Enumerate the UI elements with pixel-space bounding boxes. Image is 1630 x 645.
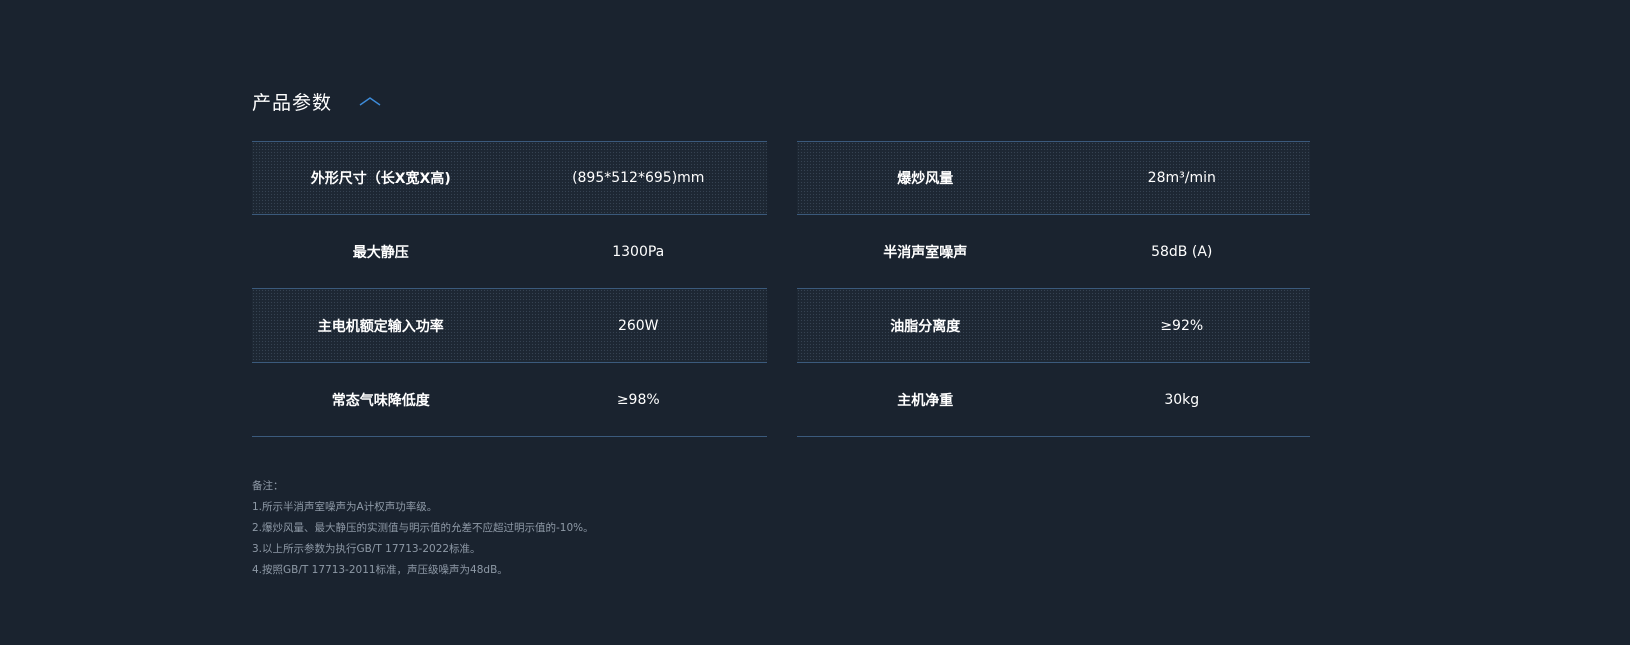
note-item: 2.爆炒风量、最大静压的实测值与明示值的允差不应超过明示值的-10%。 xyxy=(252,522,594,534)
spec-row: 油脂分离度 ≥92% xyxy=(797,289,1310,363)
section-title: 产品参数 xyxy=(252,91,333,114)
spec-value: 58dB (A) xyxy=(1151,243,1213,260)
spec-row: 爆炒风量 28m³/min xyxy=(797,141,1310,215)
spec-row: 主机净重 30kg xyxy=(797,363,1310,437)
spec-label: 常态气味降低度 xyxy=(331,392,430,409)
spec-label: 主电机额定输入功率 xyxy=(317,318,444,335)
spec-row: 最大静压 1300Pa xyxy=(252,215,767,289)
section-header: 产品参数 xyxy=(252,86,384,116)
note-item: 4.按照GB/T 17713-2011标准，声压级噪声为48dB。 xyxy=(252,564,508,576)
spec-label: 油脂分离度 xyxy=(890,318,961,335)
chevron-up-icon xyxy=(359,97,381,106)
spec-value: ≥98% xyxy=(616,391,660,408)
spec-value: ≥92% xyxy=(1160,317,1204,334)
spec-label: 半消声室噪声 xyxy=(883,244,968,261)
spec-label: 爆炒风量 xyxy=(897,171,954,187)
notes: 备注： 1.所示半消声室噪声为A计权声功率级。 2.爆炒风量、最大静压的实测值与… xyxy=(252,476,594,581)
spec-row: 主电机额定输入功率 260W xyxy=(252,289,767,363)
spec-row: 常态气味降低度 ≥98% xyxy=(252,363,767,437)
notes-heading: 备注： xyxy=(252,480,284,492)
spec-label: 主机净重 xyxy=(897,392,954,409)
spec-table-left: 外形尺寸（长X宽X高) (895*512*695)mm 最大静压 1300Pa … xyxy=(252,141,767,437)
spec-label: 最大静压 xyxy=(352,244,409,261)
spec-value: (895*512*695)mm xyxy=(572,170,705,186)
spec-value: 28m³/min xyxy=(1147,170,1216,186)
spec-table-right: 爆炒风量 28m³/min 半消声室噪声 58dB (A) 油脂分离度 ≥92%… xyxy=(797,141,1310,437)
spec-row: 半消声室噪声 58dB (A) xyxy=(797,215,1310,289)
spec-label: 外形尺寸（长X宽X高) xyxy=(310,171,451,187)
note-item: 3.以上所示参数为执行GB/T 17713-2022标准。 xyxy=(252,543,481,555)
spec-value: 1300Pa xyxy=(612,243,665,260)
spec-value: 30kg xyxy=(1164,391,1200,408)
note-item: 1.所示半消声室噪声为A计权声功率级。 xyxy=(252,501,438,513)
spec-row: 外形尺寸（长X宽X高) (895*512*695)mm xyxy=(252,141,767,215)
spec-value: 260W xyxy=(617,317,659,334)
collapse-toggle[interactable] xyxy=(356,91,384,111)
